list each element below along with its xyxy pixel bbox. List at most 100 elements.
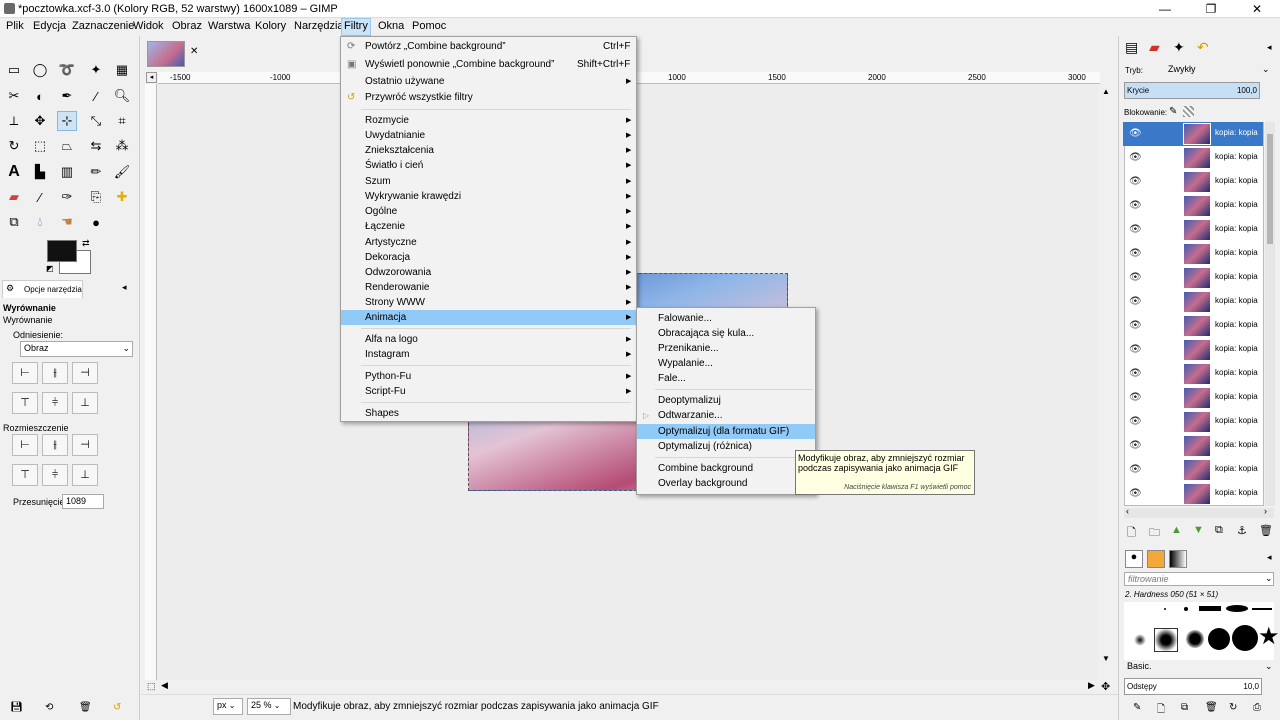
delete-brush-icon[interactable]: 🗑︎ [1205,702,1218,713]
spacing-slider[interactable]: Odstępy 10,0 [1124,678,1262,695]
brush-grid[interactable]: ★ [1124,602,1280,660]
brush-ellipse[interactable] [1226,605,1248,612]
brush-dot-tiny[interactable] [1164,608,1166,610]
menu-pomoc[interactable]: Pomoc [410,20,448,32]
visibility-eye-icon[interactable]: 👁︎ [1129,416,1142,427]
opacity-slider[interactable]: Krycie 100,0 [1124,82,1260,99]
save-options-icon[interactable]: 💾︎ [10,702,23,713]
undo-tab-icon[interactable]: ↶ [1197,39,1209,56]
heal-icon[interactable]: ✚ [112,187,132,207]
visibility-eye-icon[interactable]: 👁︎ [1129,248,1142,259]
menu-item-python-fu[interactable]: Python-Fu ▶ [341,369,636,384]
rect-select-icon[interactable]: ▭ [4,60,24,80]
menu-filtry[interactable]: Filtry [341,18,371,36]
scale-icon[interactable]: ⬚ [30,136,50,156]
lower-layer-icon[interactable]: ▼ [1193,524,1204,536]
zoom-fit-icon[interactable]: ⬚ [147,681,156,692]
distribute-right-button[interactable]: ⊣ [72,434,98,456]
scissors-icon[interactable]: ✂ [4,86,24,106]
menu-kolory[interactable]: Kolory [253,20,288,32]
menu-narzedzia[interactable]: Narzędzia [292,20,346,32]
paintbrush-icon[interactable]: 🖌︎ [112,162,132,182]
layer-row[interactable]: 👁︎ kopia: kopia [1123,482,1263,506]
new-layer-icon[interactable]: 🗋 [1127,524,1136,543]
refresh-brushes-icon[interactable]: ↻ [1229,702,1237,713]
layers-hscroll[interactable]: ‹ › [1124,506,1274,518]
navigate-icon[interactable]: ✥ [1101,680,1110,693]
ellipse-select-icon[interactable]: ◯ [30,60,50,80]
menu-item-optimize-gif[interactable]: Optymalizuj (dla formatu GIF) [637,424,815,439]
lock-alpha-icon[interactable] [1183,106,1194,117]
menu-item-unoptimize[interactable]: Deoptymalizuj [637,393,815,408]
scroll-right-icon[interactable]: › [1264,506,1267,516]
menu-zaznaczenie[interactable]: Zaznaczenie [70,20,136,32]
menu-item-map[interactable]: Odwzorowania ▶ [341,265,636,280]
menu-item-alpha-to-logo[interactable]: Alfa na logo ▶ [341,332,636,347]
visibility-eye-icon[interactable]: 👁︎ [1129,176,1142,187]
visibility-eye-icon[interactable]: 👁︎ [1129,272,1142,283]
foreground-select-icon[interactable]: ◐ [30,86,50,106]
panel-menu-icon[interactable]: ◂ [122,282,127,293]
delete-options-icon[interactable]: 🗑︎ [79,702,92,713]
layer-row[interactable]: 👁︎ kopia: kopia [1123,242,1263,266]
edit-brush-icon[interactable]: ✎ [1133,702,1141,713]
default-colors-icon[interactable]: ◩ [46,264,54,273]
visibility-eye-icon[interactable]: 👁︎ [1129,440,1142,451]
pencil-icon[interactable]: ✏ [86,162,106,182]
align-right-button[interactable]: ⊣ [72,362,98,384]
menu-widok[interactable]: Widok [131,20,166,32]
cage-icon[interactable]: ⁂ [112,136,132,156]
menu-item-generic[interactable]: Ogólne ▶ [341,204,636,219]
align-icon[interactable]: ⊹ [57,111,77,131]
menu-item-optimize-difference[interactable]: Optymalizuj (różnica) [637,439,815,454]
vertical-scrollbar[interactable]: ▲ ▼ [1100,84,1112,680]
gradient-icon[interactable]: ▥ [57,162,77,182]
align-middle-button[interactable]: ⫩ [42,392,68,414]
layer-row[interactable]: 👁︎ kopia: kopia [1123,146,1263,170]
layers-scroll-thumb[interactable] [1267,134,1273,244]
layer-row[interactable]: 👁︎ kopia: kopia [1123,434,1263,458]
menu-item-artistic[interactable]: Artystyczne ▶ [341,235,636,250]
layers-scrollbar[interactable] [1265,122,1275,506]
menu-item-rippling[interactable]: Fale... [637,371,815,386]
paths-icon[interactable]: ✒ [57,86,77,106]
layer-row[interactable]: 👁︎ kopia: kopia [1123,410,1263,434]
patterns-tab-icon[interactable] [1147,550,1165,568]
brush-soft-small[interactable] [1134,634,1146,646]
menu-item-waves-anim[interactable]: Falowanie... [637,311,815,326]
smudge-icon[interactable]: ☚ [57,212,77,232]
anchor-layer-icon[interactable]: ⚓︎ [1237,524,1247,537]
blur-icon[interactable]: 💧︎ [30,212,50,232]
layer-row[interactable]: 👁︎ kopia: kopia [1123,218,1263,242]
zoom-select[interactable]: 25 % ⌄ [247,698,291,715]
menu-item-combine[interactable]: Łączenie ▶ [341,219,636,234]
ink-icon[interactable]: ✑ [57,187,77,207]
color-select-icon[interactable]: ▦ [112,60,132,80]
visibility-eye-icon[interactable]: 👁︎ [1129,464,1142,475]
brushes-menu-icon[interactable]: ◂ [1267,552,1272,563]
new-group-icon[interactable]: 🗀 [1149,524,1160,543]
visibility-eye-icon[interactable]: 👁︎ [1129,320,1142,331]
menu-item-reset-all-filters[interactable]: ↺ Przywróć wszystkie filtry [341,90,636,105]
perspective-clone-icon[interactable]: ⧉ [4,212,24,232]
distribute-top-button[interactable]: ⊤ [12,464,38,486]
gradients-tab-icon[interactable] [1169,550,1187,568]
airbrush-icon[interactable]: ⁄ [30,187,50,207]
layer-row[interactable]: 👁︎ kopia: kopia [1123,170,1263,194]
align-top-button[interactable]: ⊤ [12,392,38,414]
menu-item-web[interactable]: Strony WWW ▶ [341,295,636,310]
brush-hard-medium[interactable] [1208,628,1230,650]
menu-item-enhance[interactable]: Uwydatnianie ▶ [341,128,636,143]
lasso-icon[interactable]: ➰ [57,60,77,80]
close-image-tab-icon[interactable]: ✕ [190,46,198,57]
menu-item-combine-background[interactable]: Combine background [637,461,815,476]
visibility-eye-icon[interactable]: 👁︎ [1129,344,1142,355]
brush-dot-small[interactable] [1184,607,1188,611]
layer-row[interactable]: 👁︎ kopia: kopia [1123,458,1263,482]
menu-okna[interactable]: Okna [376,20,406,32]
scroll-right-icon[interactable]: ▶ [1088,680,1095,691]
quick-mask-corner-icon[interactable]: ◂ [146,72,157,83]
new-brush-icon[interactable]: 🗋 [1157,702,1165,719]
unit-select[interactable]: px ⌄ [213,698,243,715]
open-brush-icon[interactable]: ⎙ [1253,702,1261,713]
